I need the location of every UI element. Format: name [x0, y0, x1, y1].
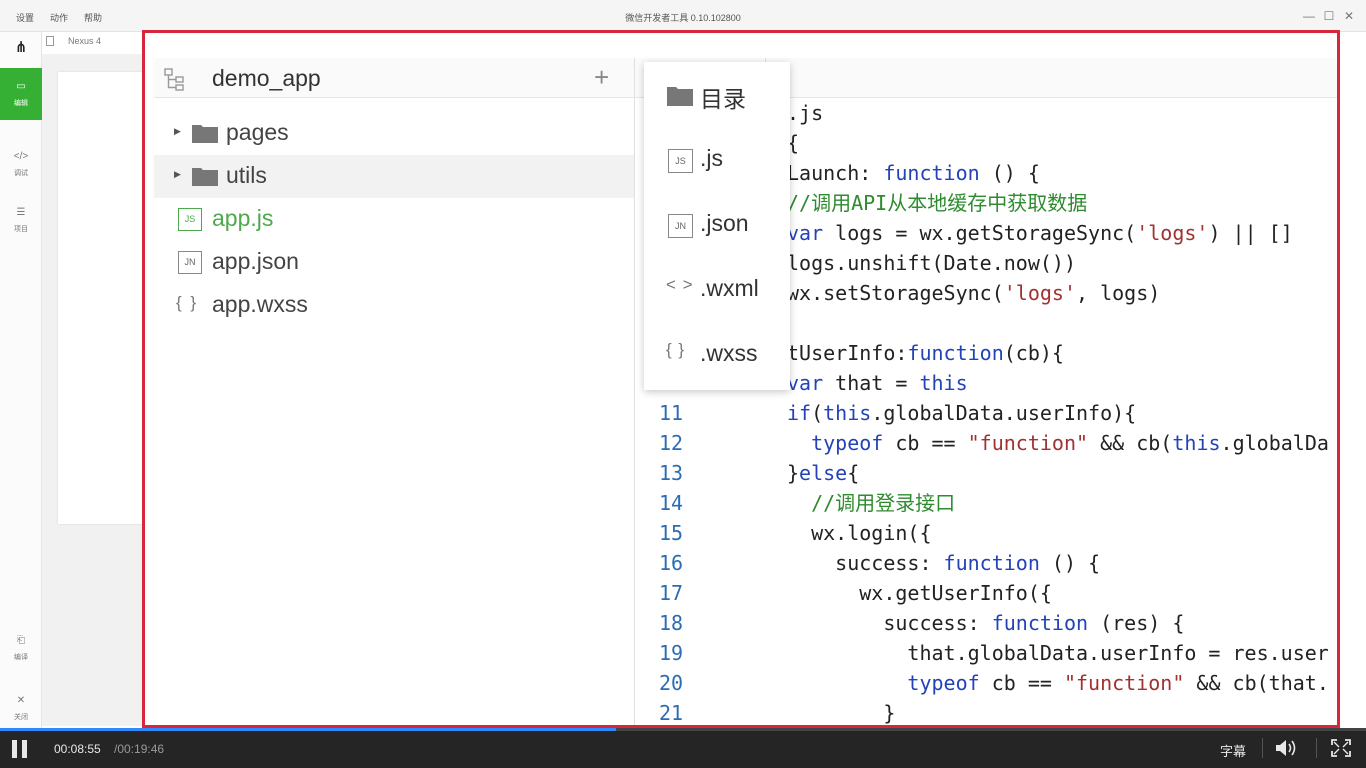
subtitle-button[interactable]: 字幕 [1220, 741, 1246, 760]
menu-item-json[interactable]: JN .json [644, 194, 790, 259]
window-title: 微信开发者工具 0.10.102800 [625, 13, 741, 23]
sidebar-item-edit[interactable]: ▭ 编辑 [0, 68, 42, 120]
sidebar-item-project[interactable]: ☰ 项目 [0, 194, 42, 246]
video-player-bar: 00:08:55 /00:19:46 字幕 [0, 728, 1366, 768]
title-bar: 设置 动作 帮助 微信开发者工具 0.10.102800 — ☐ ✕ [0, 0, 1366, 32]
close-icon: ✕ [16, 695, 26, 706]
wxml-file-icon: < > [666, 275, 694, 294]
new-file-menu: 目录 JS .js JN .json < > .wxml { } .wxss [644, 62, 790, 390]
menu-item-label: .js [700, 145, 723, 171]
volume-icon[interactable] [1274, 738, 1300, 758]
sidebar-item-label: 项目 [14, 226, 28, 233]
pause-icon [12, 740, 17, 758]
sidebar-item-label: 调试 [14, 170, 28, 177]
menu-item-label: .json [700, 210, 749, 236]
json-file-icon: JN [668, 214, 693, 238]
simulator-screen[interactable] [58, 72, 144, 524]
close-window-icon[interactable]: ✕ [1342, 9, 1356, 23]
pause-button[interactable] [12, 740, 28, 758]
left-sidebar: ⋔ ▭ 编辑 </> 调试 ☰ 项目 ⎗ 编译 ✕ 关闭 [0, 32, 42, 728]
menu-item-label: .wxss [700, 340, 758, 366]
sidebar-item-label: 关闭 [14, 714, 28, 721]
sidebar-item-label: 编译 [14, 654, 28, 661]
maximize-icon[interactable]: ☐ [1322, 9, 1336, 23]
debug-icon: </> [13, 151, 29, 162]
sidebar-item-label: 编辑 [14, 100, 28, 107]
device-phone-icon[interactable] [46, 36, 54, 46]
current-time: 00:08:55 [54, 742, 101, 756]
menu-item-label: 目录 [700, 86, 746, 112]
folder-icon [667, 87, 693, 106]
minimize-icon[interactable]: — [1302, 9, 1316, 23]
sidebar-item-compile[interactable]: ⎗ 编译 [0, 622, 42, 674]
device-name[interactable]: Nexus 4 [68, 36, 101, 46]
pause-icon [22, 740, 27, 758]
compile-icon: ⎗ [17, 635, 25, 646]
fullscreen-icon[interactable] [1330, 738, 1352, 758]
device-toolbar: Nexus 4 [42, 32, 144, 54]
divider [1262, 738, 1263, 758]
app-logo-icon: ⋔ [14, 39, 28, 56]
progress-fill [0, 728, 617, 731]
total-time: /00:19:46 [114, 742, 165, 756]
menu-item-directory[interactable]: 目录 [644, 64, 790, 129]
progress-track[interactable] [0, 728, 1366, 731]
edit-icon: ▭ [16, 81, 26, 92]
menu-item-wxss[interactable]: { } .wxss [644, 324, 790, 389]
sidebar-item-close[interactable]: ✕ 关闭 [0, 682, 42, 734]
sidebar-item-debug[interactable]: </> 调试 [0, 138, 42, 190]
js-file-icon: JS [668, 149, 693, 173]
wxss-file-icon: { } [666, 340, 686, 359]
menu-item-label: .wxml [700, 275, 759, 301]
menu-item-js[interactable]: JS .js [644, 129, 790, 194]
menu-item-wxml[interactable]: < > .wxml [644, 259, 790, 324]
divider [1316, 738, 1317, 758]
project-icon: ☰ [16, 207, 26, 218]
